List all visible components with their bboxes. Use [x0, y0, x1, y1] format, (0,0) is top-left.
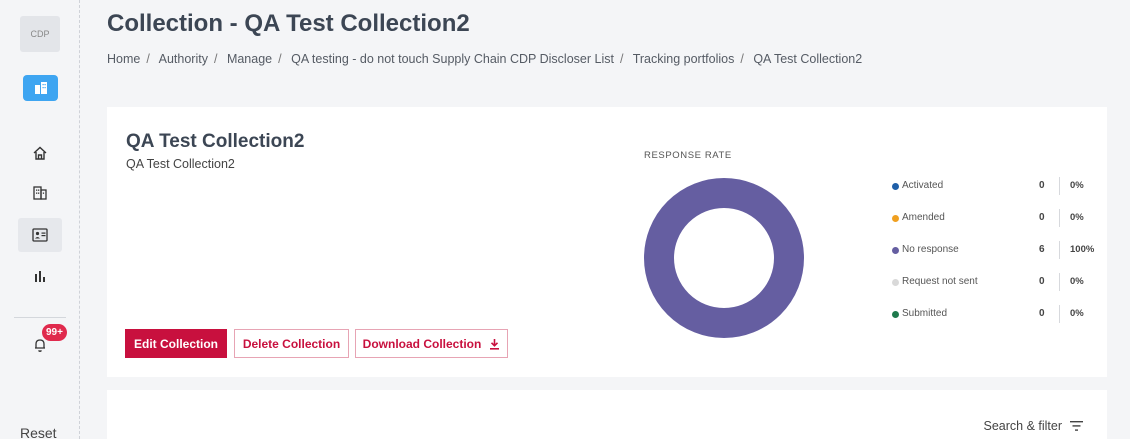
legend-dot	[892, 183, 899, 190]
legend-divider	[1059, 305, 1060, 323]
reset-link[interactable]: Reset	[20, 425, 57, 439]
collection-list-panel: Search & filter	[107, 390, 1107, 439]
home-icon[interactable]	[18, 136, 62, 170]
search-filter-button[interactable]: Search & filter	[983, 419, 1083, 433]
download-collection-button[interactable]: Download Collection	[355, 329, 508, 358]
contact-card-icon-svg	[32, 228, 48, 242]
filter-icon	[1070, 421, 1083, 431]
bar-chart-icon[interactable]	[18, 259, 62, 293]
response-rate-label: RESPONSE RATE	[644, 150, 732, 161]
legend-label: No response	[902, 244, 959, 255]
legend-count: 0	[1039, 308, 1045, 319]
sidebar-divider	[14, 317, 66, 318]
donut-segment-no-response	[644, 178, 804, 338]
legend-row-amended: Amended 0 0%	[892, 209, 1102, 229]
legend-label: Amended	[902, 212, 945, 223]
breadcrumb-manage[interactable]: Manage	[227, 52, 272, 66]
legend-divider	[1059, 273, 1060, 291]
bar-chart-icon-svg	[35, 271, 45, 282]
download-icon	[490, 338, 500, 350]
download-collection-label: Download Collection	[362, 336, 482, 351]
breadcrumb-separator: /	[619, 52, 624, 66]
response-rate-donut	[644, 178, 804, 338]
legend-percent: 0%	[1070, 212, 1084, 223]
legend-divider	[1059, 241, 1060, 259]
building-icon-svg	[34, 82, 47, 94]
sidebar: CDP 99+ Reset	[0, 0, 80, 439]
legend-label: Submitted	[902, 308, 948, 319]
legend-dot	[892, 215, 899, 222]
company-icon[interactable]	[18, 176, 62, 210]
legend-count: 0	[1039, 180, 1045, 191]
legend-dot	[892, 247, 899, 254]
legend-percent: 0%	[1070, 308, 1084, 319]
breadcrumb-separator: /	[146, 52, 150, 66]
legend-dot	[892, 311, 899, 318]
page-title: Collection - QA Test Collection2	[107, 10, 470, 37]
breadcrumb: Home / Authority / Manage / QA testing - do…	[107, 52, 862, 66]
collection-title: QA Test Collection2	[126, 131, 305, 152]
collection-card: QA Test Collection2 QA Test Collection2 …	[107, 107, 1107, 377]
legend-row-activated: Activated 0 0%	[892, 177, 1102, 197]
cdp-logo[interactable]: CDP	[20, 16, 60, 52]
edit-collection-button[interactable]: Edit Collection	[125, 329, 227, 358]
breadcrumb-home[interactable]: Home	[107, 52, 140, 66]
legend-row-request-not-sent: Request not sent 0 0%	[892, 273, 1102, 293]
notification-badge: 99+	[42, 324, 67, 341]
delete-collection-button[interactable]: Delete Collection	[234, 329, 349, 358]
legend-label: Activated	[902, 180, 944, 191]
legend-percent: 0%	[1070, 276, 1084, 287]
legend-divider	[1059, 209, 1060, 227]
breadcrumb-separator: /	[213, 52, 218, 66]
search-filter-label: Search & filter	[983, 419, 1062, 433]
breadcrumb-authority[interactable]: Authority	[159, 52, 208, 66]
breadcrumb-separator: /	[278, 52, 282, 66]
breadcrumb-tracking-portfolios[interactable]: Tracking portfolios	[633, 52, 735, 66]
legend-count: 0	[1039, 276, 1045, 287]
legend-row-submitted: Submitted 0 0%	[892, 305, 1102, 325]
legend-divider	[1059, 177, 1060, 195]
legend-row-no-response: No response 6 100%	[892, 241, 1102, 261]
breadcrumb-separator: /	[740, 52, 744, 66]
legend-dot	[892, 279, 899, 286]
legend-percent: 100%	[1070, 244, 1095, 255]
company-icon-svg	[33, 186, 47, 200]
breadcrumb-discloser-list[interactable]: QA testing - do not touch Supply Chain C…	[291, 52, 614, 66]
contact-card-icon[interactable]	[18, 218, 62, 252]
breadcrumb-current: QA Test Collection2	[753, 52, 863, 66]
legend-percent: 0%	[1070, 180, 1084, 191]
legend-count: 6	[1039, 244, 1045, 255]
building-icon[interactable]	[23, 75, 58, 101]
collection-subtitle: QA Test Collection2	[126, 157, 235, 171]
legend-count: 0	[1039, 212, 1045, 223]
home-icon-svg	[33, 146, 47, 160]
legend-label: Request not sent	[902, 276, 978, 287]
